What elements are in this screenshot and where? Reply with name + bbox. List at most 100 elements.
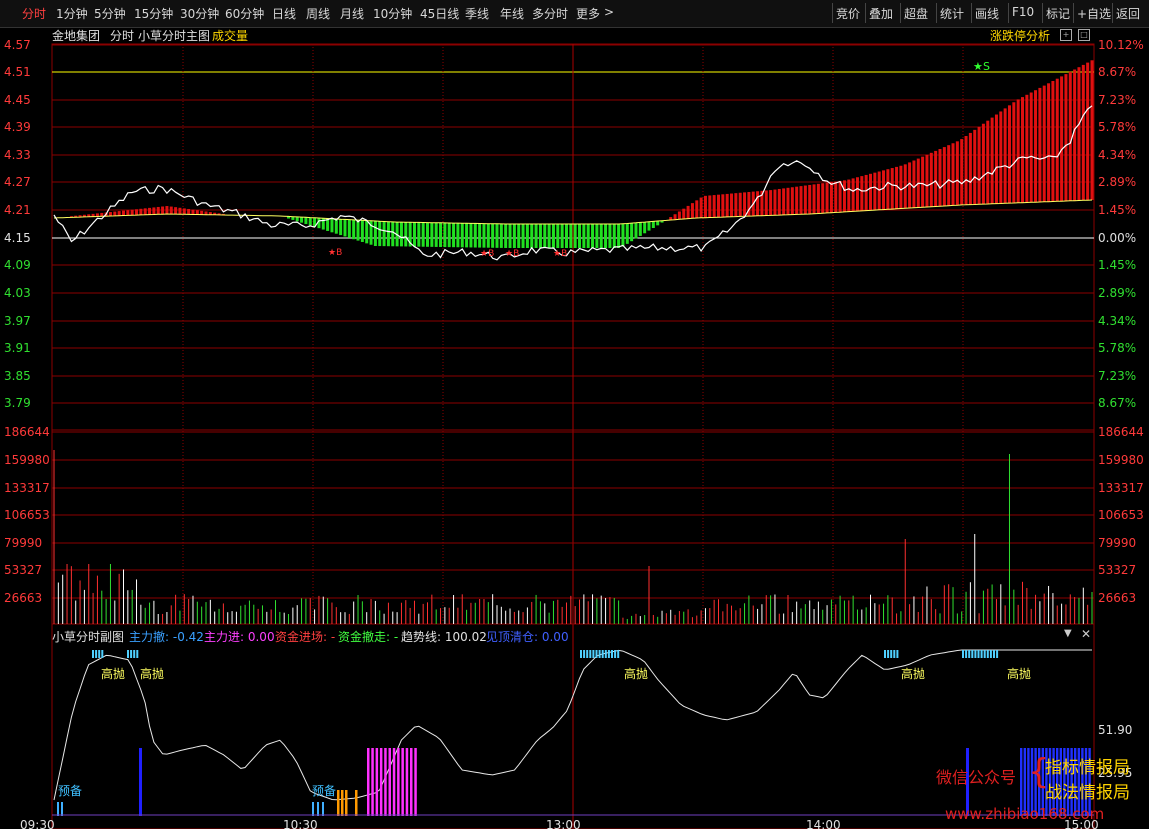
histogram-bar	[512, 224, 516, 248]
histogram-bar	[716, 194, 720, 218]
time-axis-label: 09:30	[20, 818, 55, 829]
histogram-bar	[152, 207, 156, 215]
histogram-bar	[1081, 64, 1085, 201]
histogram-bar	[599, 224, 603, 248]
toolbar-button-0[interactable]: 竞价	[836, 5, 860, 22]
orange-bar	[345, 790, 348, 816]
sub-indicator-0: 主力撤: -0.42	[129, 630, 204, 644]
histogram-bar	[890, 168, 894, 210]
histogram-bar	[495, 223, 499, 248]
period-tab-1[interactable]: 1分钟	[56, 5, 88, 22]
histogram-bar	[460, 223, 464, 248]
limit-analysis-button[interactable]: 涨跌停分析	[990, 27, 1050, 44]
high-mark	[95, 650, 98, 658]
period-tab-10[interactable]: 45日线	[420, 5, 459, 22]
time-axis-label: 10:30	[283, 818, 318, 829]
pct-tick-label: 7.23%	[1098, 369, 1136, 383]
toolbar-button-2[interactable]: 超盘	[904, 5, 928, 22]
expand-icon[interactable]: +	[1060, 29, 1072, 41]
histogram-bar	[673, 214, 677, 220]
volume-tick-label: 159980	[1098, 453, 1144, 467]
period-tab-13[interactable]: 多分时	[532, 5, 568, 22]
collapse-icon[interactable]: ▼	[1064, 628, 1072, 639]
toolbar-separator	[971, 3, 972, 23]
histogram-bar	[148, 207, 152, 215]
more-arrow-icon[interactable]: >	[604, 5, 614, 19]
restore-icon[interactable]: □	[1078, 29, 1090, 41]
main-force-in-bar	[397, 748, 400, 816]
histogram-bar	[499, 223, 503, 248]
histogram-bar	[591, 224, 595, 248]
indicator-name[interactable]: 小草分时主图	[138, 27, 210, 44]
histogram-bar	[1025, 94, 1029, 203]
histogram-bar	[330, 218, 334, 233]
high-mark	[983, 650, 986, 658]
histogram-bar	[187, 209, 191, 215]
watermark-line1: 指标情报局	[1045, 758, 1130, 778]
high-mark	[980, 650, 983, 658]
histogram-bar	[1064, 74, 1068, 202]
cyan-bar	[317, 802, 319, 816]
period-tab-14[interactable]: 更多	[576, 5, 600, 22]
watermark-wechat: 微信公众号	[936, 768, 1017, 787]
price-tick-label: 4.45	[4, 93, 31, 107]
mode-label[interactable]: 分时	[110, 27, 134, 44]
histogram-bar	[895, 166, 899, 209]
period-tab-8[interactable]: 月线	[340, 5, 364, 22]
histogram-bar	[478, 223, 482, 248]
histogram-bar	[295, 216, 299, 222]
orange-bar	[341, 790, 344, 816]
toolbar-separator	[1008, 3, 1009, 23]
histogram-bar	[521, 224, 525, 248]
high-mark	[130, 650, 133, 658]
high-mark	[890, 650, 893, 658]
toolbar-button-3[interactable]: 统计	[940, 5, 964, 22]
histogram-bar	[456, 223, 460, 248]
high-mark	[601, 650, 604, 658]
high-mark	[589, 650, 592, 658]
period-tab-0[interactable]: 分时	[22, 5, 46, 22]
histogram-bar	[121, 210, 125, 216]
histogram-bar	[434, 222, 438, 247]
histogram-bar	[1021, 97, 1025, 203]
period-tab-5[interactable]: 60分钟	[225, 5, 264, 22]
histogram-bar	[782, 188, 786, 215]
histogram-bar	[825, 182, 829, 213]
histogram-bar	[547, 224, 551, 248]
sub-indicator-2: 资金进场: -	[275, 630, 336, 644]
main-force-in-bar	[405, 748, 409, 816]
histogram-bar	[986, 120, 990, 204]
toolbar-button-7[interactable]: +自选	[1077, 5, 1111, 22]
histogram-bar	[304, 217, 308, 225]
period-tab-3[interactable]: 15分钟	[134, 5, 173, 22]
histogram-bar	[764, 190, 768, 216]
volume-tab[interactable]: 成交量	[212, 27, 248, 44]
period-tab-12[interactable]: 年线	[500, 5, 524, 22]
top-toolbar: 分时 1分钟 5分钟 15分钟 30分钟 60分钟 日线 周线 月线 10分钟 45日线 季线 年线 多分…	[0, 0, 1149, 28]
pct-tick-label: 1.45%	[1098, 203, 1136, 217]
histogram-bar	[947, 145, 951, 206]
period-tab-9[interactable]: 10分钟	[373, 5, 412, 22]
cyan-bar	[57, 802, 59, 816]
toolbar-button-1[interactable]: 叠加	[869, 5, 893, 22]
histogram-bar	[469, 223, 473, 248]
period-tab-4[interactable]: 30分钟	[180, 5, 219, 22]
pct-tick-label: 2.89%	[1098, 286, 1136, 300]
high-mark	[993, 650, 995, 658]
toolbar-button-6[interactable]: 标记	[1046, 5, 1070, 22]
close-icon[interactable]: ✕	[1081, 627, 1091, 641]
toolbar-button-5[interactable]: F10	[1012, 5, 1034, 19]
period-tab-2[interactable]: 5分钟	[94, 5, 126, 22]
toolbar-button-8[interactable]: 返回	[1116, 5, 1140, 22]
signal-b-label: ★B	[480, 249, 494, 259]
toolbar-separator	[936, 3, 937, 23]
histogram-bar	[447, 222, 451, 248]
period-tab-11[interactable]: 季线	[465, 5, 489, 22]
period-tab-7[interactable]: 周线	[306, 5, 330, 22]
histogram-bar	[651, 221, 655, 228]
signal-b-label: ★B	[505, 249, 519, 259]
toolbar-button-4[interactable]: 画线	[975, 5, 999, 22]
period-tab-6[interactable]: 日线	[272, 5, 296, 22]
signal-s-label: S	[983, 60, 990, 73]
histogram-bar	[625, 223, 629, 244]
